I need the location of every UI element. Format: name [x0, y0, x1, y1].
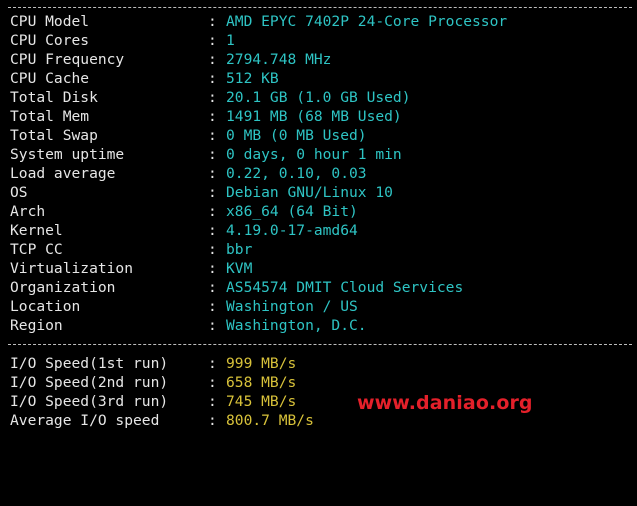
label-tcp-cc: TCP CC [10, 241, 63, 258]
label-kernel: Kernel [10, 222, 63, 239]
separator: : [208, 70, 217, 87]
separator: : [208, 13, 217, 30]
separator: : [208, 317, 217, 334]
separator: : [208, 203, 217, 220]
label-region: Region [10, 317, 63, 334]
label-io-speed-1: I/O Speed(1st run) [10, 355, 169, 372]
separator: : [208, 393, 217, 410]
row-total-disk: Total Disk : 20.1 GB (1.0 GB Used) [10, 88, 411, 107]
row-cpu-cores: CPU Cores : 1 [10, 31, 235, 50]
section-divider [8, 344, 632, 345]
label-total-swap: Total Swap [10, 127, 98, 144]
separator: : [208, 89, 217, 106]
value-total-mem: 1491 MB (68 MB Used) [226, 108, 402, 125]
row-io-speed-2: I/O Speed(2nd run) : 658 MB/s [10, 373, 296, 392]
separator: : [208, 241, 217, 258]
separator: : [208, 32, 217, 49]
value-cpu-model: AMD EPYC 7402P 24-Core Processor [226, 13, 508, 30]
value-io-speed-3: 745 MB/s [226, 393, 297, 410]
row-cpu-frequency: CPU Frequency : 2794.748 MHz [10, 50, 331, 69]
label-cpu-model: CPU Model [10, 13, 90, 30]
row-region: Region : Washington, D.C. [10, 316, 367, 335]
row-io-speed-average: Average I/O speed : 800.7 MB/s [10, 411, 314, 430]
value-os: Debian GNU/Linux 10 [226, 184, 393, 201]
row-tcp-cc: TCP CC : bbr [10, 240, 252, 259]
value-location: Washington / US [226, 298, 358, 315]
value-total-swap: 0 MB (0 MB Used) [226, 127, 367, 144]
value-io-speed-1: 999 MB/s [226, 355, 297, 372]
label-total-disk: Total Disk [10, 89, 98, 106]
label-load-average: Load average [10, 165, 116, 182]
row-kernel: Kernel : 4.19.0-17-amd64 [10, 221, 358, 240]
label-io-speed-3: I/O Speed(3rd run) [10, 393, 169, 410]
separator: : [208, 412, 217, 429]
separator: : [208, 184, 217, 201]
separator: : [208, 108, 217, 125]
label-cpu-cache: CPU Cache [10, 70, 90, 87]
separator: : [208, 298, 217, 315]
separator: : [208, 279, 217, 296]
value-total-disk: 20.1 GB (1.0 GB Used) [226, 89, 411, 106]
row-io-speed-3: I/O Speed(3rd run) : 745 MB/s [10, 392, 296, 411]
row-system-uptime: System uptime : 0 days, 0 hour 1 min [10, 145, 402, 164]
row-cpu-model: CPU Model : AMD EPYC 7402P 24-Core Proce… [10, 12, 507, 31]
row-arch: Arch : x86_64 (64 Bit) [10, 202, 358, 221]
row-io-speed-1: I/O Speed(1st run) : 999 MB/s [10, 354, 296, 373]
label-cpu-frequency: CPU Frequency [10, 51, 125, 68]
row-location: Location : Washington / US [10, 297, 358, 316]
label-system-uptime: System uptime [10, 146, 125, 163]
value-cpu-cores: 1 [226, 32, 235, 49]
label-virtualization: Virtualization [10, 260, 134, 277]
top-divider [8, 7, 632, 8]
row-organization: Organization : AS54574 DMIT Cloud Servic… [10, 278, 463, 297]
separator: : [208, 355, 217, 372]
value-tcp-cc: bbr [226, 241, 253, 258]
label-location: Location [10, 298, 81, 315]
row-total-mem: Total Mem : 1491 MB (68 MB Used) [10, 107, 402, 126]
separator: : [208, 165, 217, 182]
label-organization: Organization [10, 279, 116, 296]
value-virtualization: KVM [226, 260, 253, 277]
value-io-speed-2: 658 MB/s [226, 374, 297, 391]
row-os: OS : Debian GNU/Linux 10 [10, 183, 393, 202]
separator: : [208, 222, 217, 239]
row-virtualization: Virtualization : KVM [10, 259, 252, 278]
label-cpu-cores: CPU Cores [10, 32, 90, 49]
separator: : [208, 260, 217, 277]
separator: : [208, 51, 217, 68]
separator: : [208, 146, 217, 163]
row-cpu-cache: CPU Cache : 512 KB [10, 69, 279, 88]
row-total-swap: Total Swap : 0 MB (0 MB Used) [10, 126, 367, 145]
value-arch: x86_64 (64 Bit) [226, 203, 358, 220]
value-system-uptime: 0 days, 0 hour 1 min [226, 146, 402, 163]
value-kernel: 4.19.0-17-amd64 [226, 222, 358, 239]
watermark-text: www.daniao.org [357, 392, 533, 414]
row-load-average: Load average : 0.22, 0.10, 0.03 [10, 164, 367, 183]
value-organization: AS54574 DMIT Cloud Services [226, 279, 464, 296]
label-os: OS [10, 184, 28, 201]
value-load-average: 0.22, 0.10, 0.03 [226, 165, 367, 182]
label-total-mem: Total Mem [10, 108, 90, 125]
label-arch: Arch [10, 203, 46, 220]
value-cpu-cache: 512 KB [226, 70, 279, 87]
separator: : [208, 374, 217, 391]
terminal-window: CPU Model : AMD EPYC 7402P 24-Core Proce… [0, 0, 637, 447]
value-io-speed-average: 800.7 MB/s [226, 412, 314, 429]
value-cpu-frequency: 2794.748 MHz [226, 51, 332, 68]
label-io-speed-average: Average I/O speed [10, 412, 160, 429]
separator: : [208, 127, 217, 144]
value-region: Washington, D.C. [226, 317, 367, 334]
label-io-speed-2: I/O Speed(2nd run) [10, 374, 169, 391]
